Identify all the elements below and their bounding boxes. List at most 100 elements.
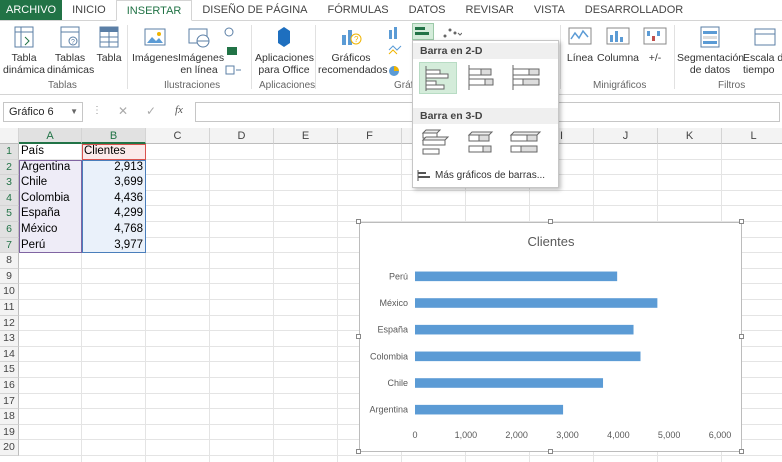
cell[interactable]: España xyxy=(21,206,79,221)
column-chart-icon[interactable] xyxy=(387,24,407,84)
separator xyxy=(674,25,675,89)
column-header[interactable]: A xyxy=(19,128,82,144)
cell[interactable]: 3,977 xyxy=(84,238,143,253)
row-header[interactable]: 5 xyxy=(0,206,19,222)
timeline-button[interactable]: Escala de tiempo xyxy=(743,25,782,76)
row-header[interactable]: 1 xyxy=(0,144,19,160)
table-label: Tabla xyxy=(96,52,122,64)
chart-title[interactable]: Clientes xyxy=(528,234,575,249)
column-header[interactable]: F xyxy=(338,128,402,144)
clustered-bar-option[interactable] xyxy=(419,62,457,94)
row-header[interactable]: 8 xyxy=(0,253,19,269)
sparkline-line-button[interactable]: Línea xyxy=(563,25,597,64)
column-header[interactable]: E xyxy=(274,128,338,144)
chevron-down-icon[interactable]: ▼ xyxy=(70,103,78,121)
row-header[interactable]: 10 xyxy=(0,284,19,300)
sparkline-column-icon xyxy=(606,27,630,45)
row-header[interactable]: 20 xyxy=(0,440,19,456)
cell[interactable]: 2,913 xyxy=(84,160,143,175)
cancel-icon[interactable]: ✕ xyxy=(118,104,128,118)
row-header[interactable]: 14 xyxy=(0,346,19,363)
stacked-100-bar-option[interactable] xyxy=(507,62,545,94)
resize-handle[interactable] xyxy=(739,449,744,454)
tab-revisar[interactable]: REVISAR xyxy=(456,0,524,20)
tab-datos[interactable]: DATOS xyxy=(399,0,456,20)
tab-archivo[interactable]: ARCHIVO xyxy=(0,0,63,20)
tab-inicio[interactable]: INICIO xyxy=(62,0,116,20)
stacked-100-bar-3d-option[interactable] xyxy=(507,127,545,159)
sparkline-winloss-button[interactable]: +/- xyxy=(641,25,669,64)
row-header[interactable]: 17 xyxy=(0,393,19,410)
row-header[interactable]: 4 xyxy=(0,190,19,207)
cell[interactable]: Clientes xyxy=(84,144,143,159)
cell[interactable]: 4,436 xyxy=(84,191,143,206)
column-header[interactable]: L xyxy=(722,128,782,144)
bar-argentina[interactable] xyxy=(415,404,564,415)
office-apps-button[interactable]: Aplicaciones para Office xyxy=(255,25,314,76)
column-header[interactable]: C xyxy=(146,128,210,144)
bar-perú[interactable] xyxy=(415,271,618,282)
row-header[interactable]: 13 xyxy=(0,331,19,347)
tab-diseño-de-página[interactable]: DISEÑO DE PÁGINA xyxy=(192,0,317,20)
clustered-bar-3d-option[interactable] xyxy=(419,127,457,159)
bar-colombia[interactable] xyxy=(415,351,641,362)
slicer-button[interactable]: Segmentación de datos xyxy=(677,25,744,76)
column-header[interactable]: B xyxy=(82,128,146,144)
stacked-bar-option[interactable] xyxy=(463,62,501,94)
select-all-corner[interactable] xyxy=(0,128,19,144)
column-header[interactable]: D xyxy=(210,128,274,144)
stacked-bar-3d-option[interactable] xyxy=(463,127,501,159)
row-header[interactable]: 2 xyxy=(0,159,19,176)
resize-handle[interactable] xyxy=(356,449,361,454)
insert-function-icon[interactable]: fx xyxy=(175,104,183,116)
name-box[interactable]: Gráfico 6 ▼ xyxy=(3,102,83,122)
recommended-pivot-icon: ? xyxy=(60,26,80,48)
more-bar-charts-link[interactable]: Más gráficos de barras... xyxy=(417,169,545,183)
recommended-charts-button[interactable]: ? Gráficos recomendados xyxy=(318,25,387,76)
resize-handle[interactable] xyxy=(356,334,361,339)
cell[interactable]: México xyxy=(21,222,79,237)
cell[interactable]: Chile xyxy=(21,175,79,190)
column-header[interactable]: K xyxy=(658,128,722,144)
tab-desarrollador[interactable]: DESARROLLADOR xyxy=(575,0,693,20)
row-header[interactable]: 11 xyxy=(0,300,19,316)
column-header[interactable]: J xyxy=(594,128,658,144)
row-header[interactable]: 6 xyxy=(0,222,19,238)
resize-handle[interactable] xyxy=(739,334,744,339)
bar-españa[interactable] xyxy=(415,324,634,335)
row-header[interactable]: 12 xyxy=(0,315,19,332)
row-header[interactable]: 15 xyxy=(0,362,19,378)
resize-handle[interactable] xyxy=(356,219,361,224)
cell[interactable]: 3,699 xyxy=(84,175,143,190)
pictures-button[interactable]: Imágenes xyxy=(132,25,178,64)
confirm-icon[interactable]: ✓ xyxy=(146,104,156,118)
cell[interactable]: Perú xyxy=(21,238,79,253)
cell[interactable]: Colombia xyxy=(21,191,79,206)
tab-fórmulas[interactable]: FÓRMULAS xyxy=(318,0,399,20)
tab-vista[interactable]: VISTA xyxy=(524,0,575,20)
resize-handle[interactable] xyxy=(739,219,744,224)
shapes-icon[interactable] xyxy=(222,25,244,79)
bar-chart-button[interactable] xyxy=(412,23,434,40)
resize-handle[interactable] xyxy=(547,449,553,454)
cell[interactable]: País xyxy=(21,144,79,159)
row-header[interactable]: 9 xyxy=(0,268,19,285)
row-header[interactable]: 7 xyxy=(0,237,19,254)
chart-area[interactable]: Clientes Argentina Chile Colombia España Méx… xyxy=(356,219,744,454)
row-header[interactable]: 16 xyxy=(0,378,19,394)
resize-handle[interactable] xyxy=(547,219,553,224)
row-header[interactable]: 3 xyxy=(0,175,19,191)
row-header[interactable]: 19 xyxy=(0,424,19,441)
cell[interactable]: Argentina xyxy=(21,160,79,175)
recommended-pivot-button[interactable]: ? Tablas dinámicas xyxy=(47,25,94,76)
tab-insertar[interactable]: INSERTAR xyxy=(115,0,193,21)
sparkline-column-button[interactable]: Columna xyxy=(597,25,639,64)
pivot-table-button[interactable]: Tabla dinámica xyxy=(3,25,45,76)
cell[interactable]: 4,299 xyxy=(84,206,143,221)
bar-chile[interactable] xyxy=(415,378,604,388)
row-header[interactable]: 18 xyxy=(0,409,19,425)
bar-méxico[interactable] xyxy=(415,298,658,308)
online-pictures-button[interactable]: Imágenes en línea xyxy=(178,25,224,76)
cell[interactable]: 4,768 xyxy=(84,222,143,237)
table-button[interactable]: Tabla xyxy=(95,25,123,64)
